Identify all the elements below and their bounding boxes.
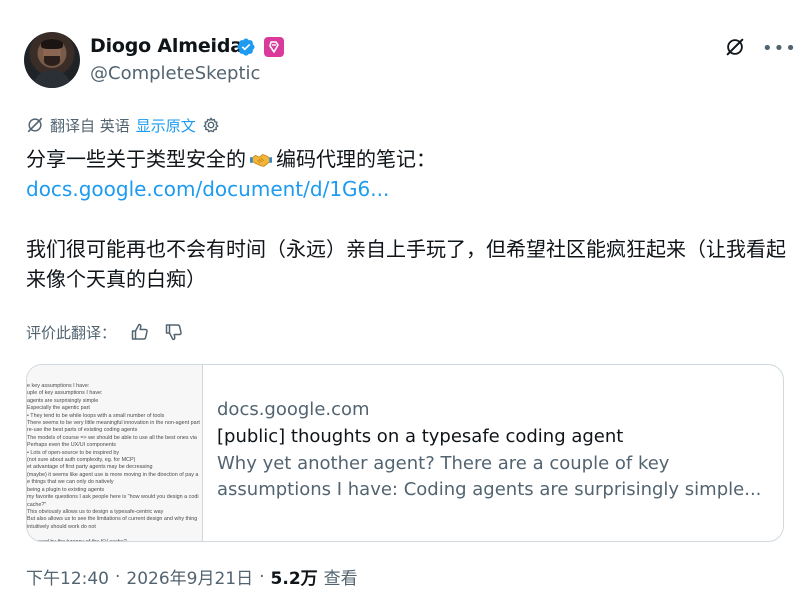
thumbnail-text-line: This obviously allows us to design a typ…	[27, 508, 164, 515]
thumbnail-text-line: re-use the best parts of existing coding…	[27, 427, 138, 434]
thumbnail-text-line: e things that we can only do natively	[27, 479, 114, 486]
verified-badge-icon[interactable]	[236, 37, 256, 57]
tweet-time[interactable]: 下午12:40	[26, 564, 109, 589]
thumbnail-text-line: e caused by the tyranny of the KV cache?	[27, 539, 202, 541]
thumbnail-text-line: agents are surprisingly simple	[27, 397, 99, 404]
thumbnail-text-line: Perhaps even the UX/UI components	[27, 442, 116, 449]
handshake-emoji-icon	[250, 153, 272, 167]
translated-from-label: 翻译自 英语	[50, 116, 130, 135]
author-handle[interactable]: @CompleteSkeptic	[90, 63, 260, 84]
author-name[interactable]: Diogo Almeida	[90, 35, 243, 57]
card-description-line-2: assumptions I have: Coding agents are su…	[217, 479, 762, 500]
more-options-icon[interactable]: •••	[762, 38, 797, 59]
thumbnail-text-line: There seems to be very little meaningful…	[27, 420, 200, 427]
affiliate-badge-icon[interactable]	[264, 37, 284, 57]
card-title: [public] thoughts on a typesafe coding a…	[217, 426, 624, 447]
separator: ·	[115, 566, 121, 587]
tweet-paragraph-2: 我们很可能再也不会有时间（永远）亲自上手玩了，但希望社区能疯狂起来（让我看起来像…	[26, 237, 786, 291]
translate-icon	[27, 117, 43, 133]
thumbnail-text-line: (not sure about auth complexity, eg. for…	[27, 457, 136, 464]
rate-translation-label: 评价此翻译：	[26, 323, 117, 342]
thumbnail-text-line: et advantage of first party agents may b…	[27, 464, 153, 471]
tweet-line-1: 分享一些关于类型安全的 编码代理的笔记：	[26, 144, 786, 174]
rate-translation: 评价此翻译：	[26, 320, 184, 344]
card-description-line-1: Why yet another agent? There are a coupl…	[217, 453, 670, 474]
thumbnail-text-line: uple of key assumptions I have:	[27, 390, 103, 397]
grok-icon[interactable]	[724, 36, 746, 58]
thumbs-up-icon[interactable]	[130, 322, 150, 342]
tweet-date[interactable]: 2026年9月21日	[126, 564, 253, 589]
thumbnail-text-line: (maybe) it seems like agent use is more …	[27, 471, 199, 478]
card-thumbnail: e key assumptions I have: uple of key ass…	[27, 365, 203, 541]
separator: ·	[259, 566, 265, 587]
show-original-link[interactable]: 显示原文	[136, 115, 196, 136]
tweet-text: 分享一些关于类型安全的 编码代理的笔记： docs.google.com/doc…	[26, 144, 786, 294]
thumbnail-text-line	[27, 531, 202, 538]
avatar-shirt	[34, 70, 70, 88]
thumbnail-text-line: e key assumptions I have:	[27, 383, 90, 389]
tweet-footer: 下午12:40 · 2026年9月21日 · 5.2万 查看	[26, 564, 358, 590]
tweet-line-1-prefix: 分享一些关于类型安全的	[26, 147, 246, 171]
views-label: 查看	[323, 569, 358, 589]
thumbnail-text-line: being a plugin to existing agents	[27, 486, 105, 493]
thumbnail-text-line: intuitively should work do not	[27, 523, 96, 530]
thumbnail-text-line: cache?"	[27, 501, 47, 508]
thumbnail-text-line: my favorite questions I ask people here …	[27, 494, 199, 501]
tweet-line-1-suffix: 编码代理的笔记：	[276, 147, 436, 171]
thumbnail-text-line: • Lots of open-source to be inspired by	[27, 449, 120, 456]
thumbnail-text-line: But also allows us to see the limitation…	[27, 516, 198, 523]
link-preview-card[interactable]: e key assumptions I have: uple of key ass…	[26, 364, 784, 542]
thumbnail-text-line: Especially the agentic part	[27, 405, 90, 412]
thumbnail-text-line: The models of course => we should be abl…	[27, 434, 197, 441]
gear-icon[interactable]	[202, 116, 220, 134]
avatar[interactable]	[24, 32, 80, 88]
thumbs-down-icon[interactable]	[164, 322, 184, 342]
tweet-header: Diogo Almeida @CompleteSkeptic •••	[24, 32, 796, 92]
translation-bar: 翻译自 英语 显示原文	[26, 114, 220, 136]
view-count: 5.2万	[270, 569, 318, 589]
avatar-hair	[41, 39, 63, 49]
tweet-link[interactable]: docs.google.com/document/d/1G6...	[26, 174, 786, 204]
thumbnail-text-line: • They tend to be while loops with a sma…	[27, 412, 165, 419]
card-meta: docs.google.com [public] thoughts on a t…	[217, 397, 777, 503]
card-domain: docs.google.com	[217, 399, 370, 420]
avatar-beard	[44, 56, 60, 66]
